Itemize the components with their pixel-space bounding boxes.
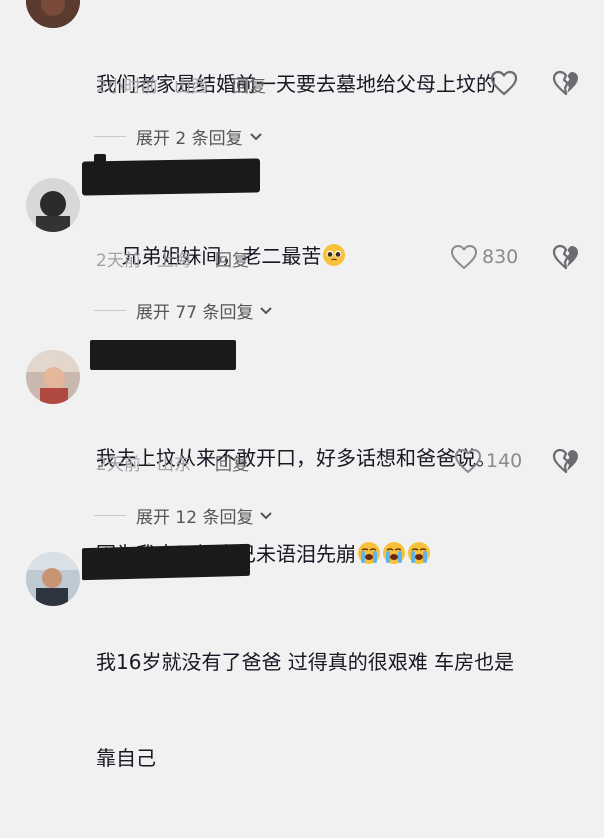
chevron-down-icon [260,306,273,314]
dislike-button[interactable] [552,70,580,100]
avatar[interactable] [26,350,80,404]
divider-line [94,136,126,137]
comment-time-location: 2小时前 · 山西 [96,77,209,97]
reply-button[interactable]: 回复 [215,246,249,271]
redacted-username [94,154,106,194]
loudly-crying-face-emoji-icon [408,542,430,564]
like-count: 140 [486,450,523,472]
redacted-username [90,340,236,370]
expand-replies-button[interactable]: 展开 77 条回复 [94,298,273,323]
comment-time-location: 2天前 · 上海 [96,251,192,271]
reply-button[interactable]: 回复 [232,72,266,97]
comment-meta: 2天前 · 山东 回复 [96,450,249,475]
dislike-button[interactable] [552,244,580,274]
redacted-username [82,158,260,196]
comment-meta: 2小时前 · 山西 回复 [96,72,266,97]
like-button[interactable]: 830 [450,244,518,270]
avatar[interactable] [26,552,80,606]
divider-line [94,310,126,311]
like-button[interactable]: 140 [454,448,522,474]
loudly-crying-face-emoji-icon [358,542,380,564]
comment-text: 我16岁就没有了爸爸 过得真的很艰难 车房也是 靠自己 [96,650,515,770]
broken-heart-icon [552,70,578,96]
expand-replies-button[interactable]: 展开 12 条回复 [94,503,273,528]
pleading-face-emoji-icon [323,244,346,266]
redacted-username [82,543,250,581]
avatar[interactable] [26,0,80,28]
like-button[interactable] [490,70,518,96]
loudly-crying-face-emoji-icon [383,542,405,564]
chevron-down-icon [260,511,273,519]
divider-line [94,515,126,516]
broken-heart-icon [552,448,578,474]
avatar[interactable] [26,178,80,232]
reply-button[interactable]: 回复 [215,450,249,475]
heart-icon [451,245,477,269]
comment-meta: 2天前 · 上海 回复 [96,246,249,271]
comment-time-location: 2天前 · 山东 [96,455,192,475]
heart-icon [490,70,518,96]
expand-replies-button[interactable]: 展开 2 条回复 [94,124,263,149]
like-count: 830 [482,246,519,268]
broken-heart-icon [552,244,578,270]
heart-icon [455,449,481,473]
dislike-button[interactable] [552,448,580,478]
chevron-down-icon [249,132,262,140]
